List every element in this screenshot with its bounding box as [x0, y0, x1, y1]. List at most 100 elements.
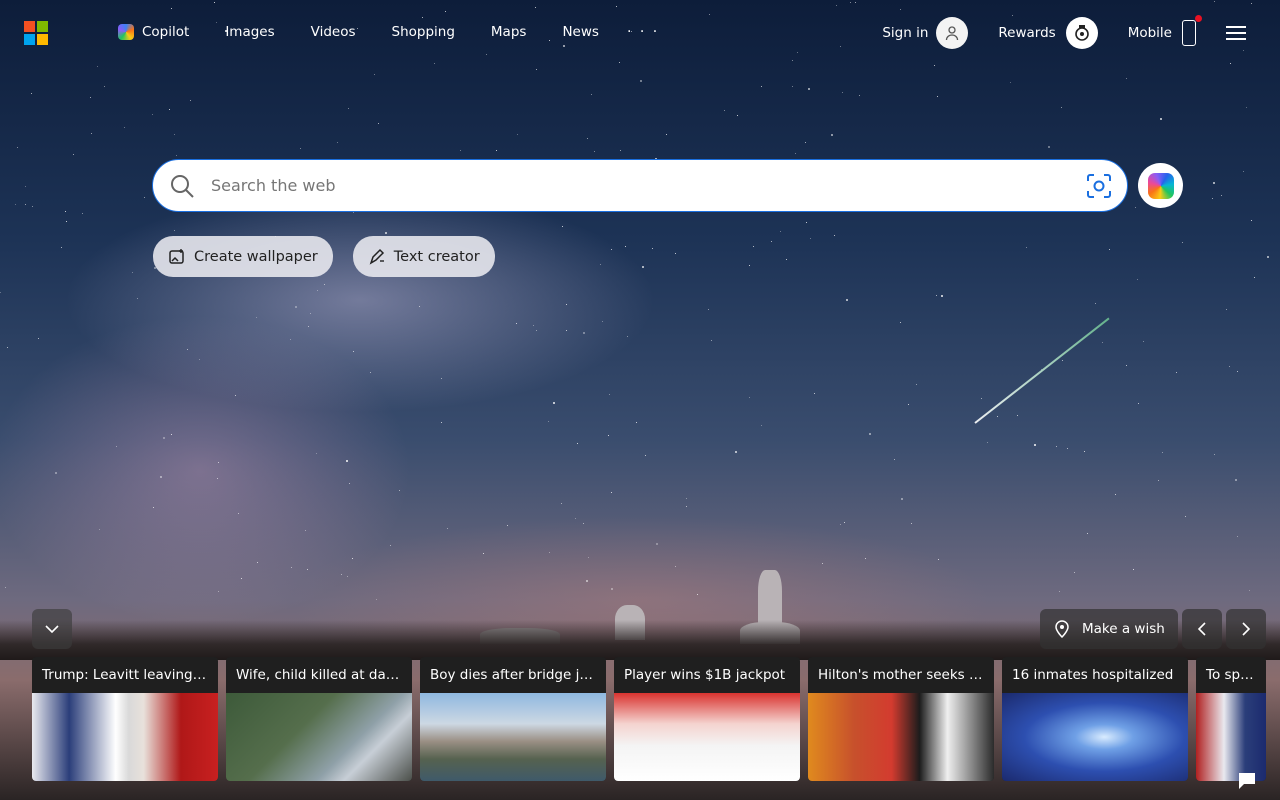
- rewards-label: Rewards: [998, 25, 1056, 41]
- star: [833, 234, 835, 236]
- star: [981, 397, 983, 399]
- star: [171, 434, 173, 436]
- next-image-button[interactable]: [1226, 609, 1266, 649]
- search-icon: [171, 174, 194, 198]
- star: [626, 336, 628, 338]
- star: [908, 404, 910, 406]
- star: [936, 96, 938, 98]
- menu-icon[interactable]: [1226, 22, 1246, 44]
- star: [1160, 118, 1163, 121]
- text-creator-button[interactable]: Text creator: [352, 236, 495, 277]
- star: [353, 351, 355, 353]
- star: [515, 322, 517, 324]
- star: [144, 196, 146, 198]
- star: [840, 524, 842, 526]
- star: [711, 340, 713, 342]
- news-card[interactable]: Hilton's mother seeks c...: [808, 657, 994, 781]
- news-card[interactable]: Wife, child killed at day...: [226, 657, 412, 781]
- star: [708, 309, 710, 311]
- star: [81, 213, 83, 215]
- news-card[interactable]: Boy dies after bridge ju...: [420, 657, 606, 781]
- star: [723, 109, 725, 111]
- create-wallpaper-button[interactable]: Create wallpaper: [153, 236, 333, 277]
- star: [289, 339, 291, 341]
- star: [348, 108, 350, 110]
- star: [1142, 341, 1144, 343]
- nav-news-label: News: [562, 24, 599, 40]
- star: [1055, 445, 1057, 447]
- star: [1114, 494, 1116, 496]
- news-card[interactable]: To spend: [1196, 657, 1266, 781]
- star: [941, 295, 944, 298]
- star: [310, 313, 312, 315]
- star: [761, 86, 763, 88]
- news-card[interactable]: Trump: Leavitt leaving ...: [32, 657, 218, 781]
- rewards-trophy-icon: [1065, 17, 1098, 49]
- microsoft-logo[interactable]: [24, 21, 48, 45]
- nav-copilot-label: Copilot: [142, 24, 190, 40]
- star: [116, 445, 118, 447]
- star: [602, 321, 604, 323]
- star: [666, 134, 668, 136]
- star: [151, 113, 153, 115]
- star: [255, 316, 257, 318]
- nav-shopping[interactable]: Shopping: [392, 24, 455, 40]
- star: [496, 149, 498, 151]
- nav-videos[interactable]: Videos: [311, 24, 356, 40]
- nav-copilot[interactable]: Copilot: [118, 24, 189, 40]
- star: [482, 553, 484, 555]
- copilot-button[interactable]: [1138, 163, 1183, 208]
- star: [1048, 146, 1051, 149]
- star: [173, 134, 175, 136]
- star: [535, 68, 537, 70]
- star: [574, 518, 576, 520]
- previous-image-button[interactable]: [1182, 609, 1222, 649]
- star: [348, 483, 350, 485]
- star: [168, 108, 170, 110]
- star: [696, 593, 698, 595]
- star: [66, 221, 68, 223]
- news-card[interactable]: Player wins $1B jackpot: [614, 657, 800, 781]
- mobile-button[interactable]: Mobile: [1128, 15, 1202, 46]
- more-nav-button[interactable]: · · ·: [627, 24, 659, 40]
- star: [560, 503, 562, 505]
- star: [1176, 371, 1178, 373]
- news-card[interactable]: 16 inmates hospitalized: [1002, 657, 1188, 781]
- star: [591, 93, 593, 95]
- star: [566, 329, 568, 331]
- make-wish-button[interactable]: Make a wish: [1040, 609, 1178, 649]
- collapse-feed-button[interactable]: [32, 609, 72, 649]
- star: [377, 123, 379, 125]
- star: [1161, 451, 1163, 453]
- star: [585, 580, 588, 583]
- sign-in-button[interactable]: Sign in: [882, 17, 969, 49]
- nav-news[interactable]: News: [562, 24, 598, 40]
- star: [737, 114, 739, 116]
- meteor-streak: [974, 317, 1110, 424]
- top-nav: Copilot Images Videos Shopping Maps News: [118, 24, 635, 40]
- news-thumbnail: [1196, 693, 1266, 781]
- feedback-icon[interactable]: [1236, 770, 1258, 792]
- nav-maps[interactable]: Maps: [491, 24, 527, 40]
- location-pin-icon: [1055, 620, 1069, 638]
- star: [901, 497, 904, 500]
- star: [674, 565, 676, 567]
- star: [779, 230, 781, 232]
- make-wish-label: Make a wish: [1082, 621, 1165, 637]
- star: [786, 258, 788, 260]
- star: [656, 542, 659, 545]
- star: [561, 226, 563, 228]
- star: [352, 558, 354, 560]
- nav-images[interactable]: Images: [225, 24, 274, 40]
- chevron-right-icon: [1242, 622, 1251, 636]
- search-input[interactable]: [209, 175, 1073, 196]
- star: [583, 523, 585, 525]
- star: [324, 284, 326, 286]
- star: [299, 147, 301, 149]
- visual-search-icon[interactable]: [1085, 172, 1113, 200]
- star: [936, 295, 938, 297]
- star: [1181, 242, 1183, 244]
- rewards-button[interactable]: Rewards: [998, 17, 1098, 49]
- star: [1214, 453, 1216, 455]
- star: [90, 133, 92, 135]
